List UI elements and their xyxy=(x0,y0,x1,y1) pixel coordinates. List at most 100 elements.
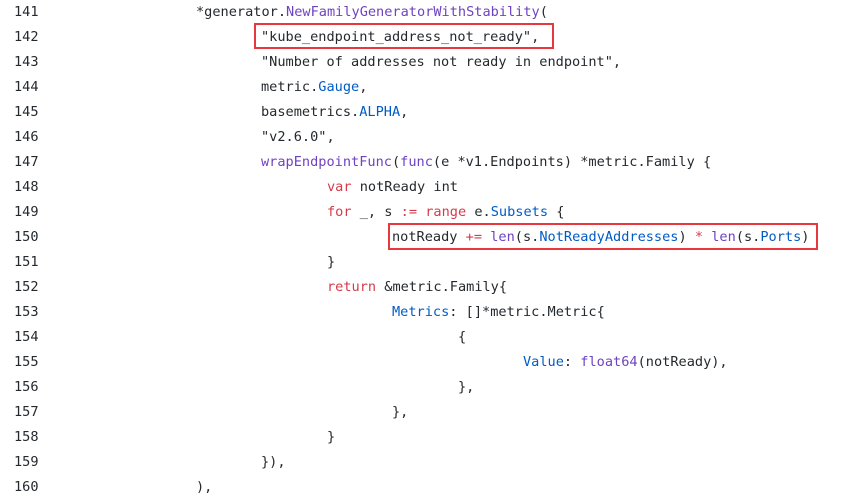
line-number: 152 xyxy=(14,279,39,295)
line-number: 155 xyxy=(14,354,39,370)
code-token: basemetrics. xyxy=(261,104,360,120)
line-number: 148 xyxy=(14,179,39,195)
code-token: ( xyxy=(539,4,548,20)
code-line: 153 Metrics: []*metric.Metric{ xyxy=(0,300,853,325)
line-number: 153 xyxy=(14,304,39,320)
code-token: } xyxy=(327,254,336,270)
code-token: , xyxy=(400,104,409,120)
code-token: _, s xyxy=(351,204,401,220)
line-number: 149 xyxy=(14,204,39,220)
code-line: 149 for _, s := range e.Subsets { xyxy=(0,200,853,225)
code-line: 145 basemetrics.ALPHA, xyxy=(0,100,853,125)
code-line: 156}, xyxy=(0,375,853,400)
code-token: }), xyxy=(261,454,286,470)
code-lines: 141 *generator.NewFamilyGeneratorWithStab… xyxy=(0,0,853,500)
code-line: 141 *generator.NewFamilyGeneratorWithStab… xyxy=(0,0,853,25)
code-token: : []*metric.Metric{ xyxy=(449,304,605,320)
code-token: ), xyxy=(196,479,213,495)
code-token: &metric.Family{ xyxy=(376,279,508,295)
code-line: 154 { xyxy=(0,325,853,350)
code-text: "v2.6.0", xyxy=(261,125,335,150)
code-line: 152 return &metric.Family{ xyxy=(0,275,853,300)
code-token: { xyxy=(548,204,565,220)
code-token: ALPHA xyxy=(359,104,401,120)
code-text: }), xyxy=(261,450,286,475)
highlight-box-metric-name xyxy=(254,23,554,49)
code-text: } xyxy=(327,250,335,275)
code-token: }, xyxy=(458,379,475,395)
code-token: metric. xyxy=(261,79,319,95)
code-line: 144 metric.Gauge, xyxy=(0,75,853,100)
code-token: := xyxy=(400,204,418,220)
code-line: 146 "v2.6.0", xyxy=(0,125,853,150)
code-text: } xyxy=(327,425,335,450)
code-text: Value: float64(notReady), xyxy=(523,350,728,375)
code-token: Subsets xyxy=(490,204,549,220)
code-token: NewFamilyGeneratorWithStability xyxy=(286,4,540,20)
code-text: wrapEndpointFunc(func(e *v1.Endpoints) *… xyxy=(261,150,711,175)
code-text: }, xyxy=(458,375,474,400)
code-text: return &metric.Family{ xyxy=(327,275,507,300)
code-token: *generator. xyxy=(196,4,287,20)
code-token: } xyxy=(327,429,336,445)
code-text: metric.Gauge, xyxy=(261,75,367,100)
code-token: }, xyxy=(392,404,409,420)
code-text: for _, s := range e.Subsets { xyxy=(327,200,564,225)
code-token: "v2.6.0", xyxy=(261,129,335,145)
line-number: 144 xyxy=(14,79,39,95)
line-number: 159 xyxy=(14,454,39,470)
code-view: 141 *generator.NewFamilyGeneratorWithStab… xyxy=(0,0,853,497)
code-text: "Number of addresses not ready in endpoi… xyxy=(261,50,621,75)
line-number: 154 xyxy=(14,329,39,345)
code-token: var xyxy=(327,179,352,195)
line-number: 143 xyxy=(14,54,39,70)
code-line: 155 Value: float64(notReady), xyxy=(0,350,853,375)
code-text: }, xyxy=(392,400,408,425)
line-number: 146 xyxy=(14,129,39,145)
code-token: range xyxy=(425,204,467,220)
code-token: (notReady), xyxy=(637,354,728,370)
code-token: , xyxy=(359,79,368,95)
code-token: ( xyxy=(391,154,401,170)
code-token: { xyxy=(458,329,467,345)
line-number: 142 xyxy=(14,29,39,45)
code-token: for xyxy=(327,204,352,220)
code-line: 148 var notReady int xyxy=(0,175,853,200)
line-number: 141 xyxy=(14,4,39,20)
code-token: float64 xyxy=(580,354,638,370)
code-text: basemetrics.ALPHA, xyxy=(261,100,408,125)
code-token: (e *v1.Endpoints) *metric.Family { xyxy=(432,154,712,170)
code-text: { xyxy=(458,325,466,350)
code-token: Value xyxy=(523,354,564,370)
line-number: 145 xyxy=(14,104,39,120)
code-line: 160), xyxy=(0,475,853,500)
code-token: func xyxy=(400,154,433,170)
code-token: wrapEndpointFunc xyxy=(261,154,392,170)
code-token: Metrics xyxy=(392,304,450,320)
code-token: "Number of addresses not ready in endpoi… xyxy=(261,54,622,70)
line-number: 147 xyxy=(14,154,39,170)
highlight-box-notready-calc xyxy=(388,223,818,250)
code-text: Metrics: []*metric.Metric{ xyxy=(392,300,605,325)
code-token: notReady int xyxy=(351,179,458,195)
code-line: 158} xyxy=(0,425,853,450)
line-number: 156 xyxy=(14,379,39,395)
line-number: 151 xyxy=(14,254,39,270)
code-token: return xyxy=(327,279,377,295)
code-text: *generator.NewFamilyGeneratorWithStabili… xyxy=(196,0,548,25)
line-number: 160 xyxy=(14,479,39,495)
code-text: ), xyxy=(196,475,212,500)
code-token: Gauge xyxy=(318,79,360,95)
line-number: 157 xyxy=(14,404,39,420)
code-line: 151} xyxy=(0,250,853,275)
code-line: 143 "Number of addresses not ready in end… xyxy=(0,50,853,75)
code-token: : xyxy=(563,354,581,370)
code-line: 157}, xyxy=(0,400,853,425)
code-line: 147 wrapEndpointFunc(func(e *v1.Endpoints… xyxy=(0,150,853,175)
code-token: e. xyxy=(466,204,491,220)
code-line: 159}), xyxy=(0,450,853,475)
line-number: 158 xyxy=(14,429,39,445)
line-number: 150 xyxy=(14,229,39,245)
code-text: var notReady int xyxy=(327,175,458,200)
